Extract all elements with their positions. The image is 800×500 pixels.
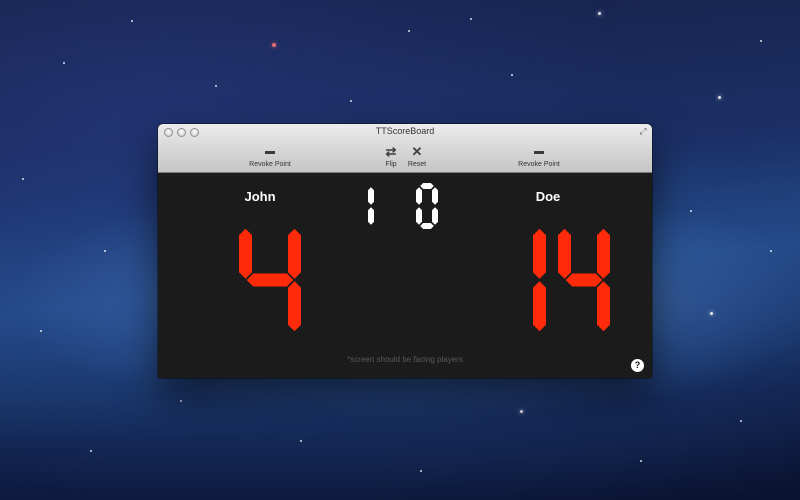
left-games-digit[interactable] <box>368 187 374 225</box>
segment-c <box>533 281 546 332</box>
segment-g <box>246 273 294 287</box>
segment-b <box>533 228 546 279</box>
star <box>770 250 772 252</box>
star <box>420 470 422 472</box>
star <box>710 312 713 315</box>
segment-b <box>288 228 301 279</box>
segment-f <box>416 187 422 205</box>
star <box>300 440 302 442</box>
segment-a <box>420 183 434 189</box>
segment-g <box>565 273 603 287</box>
star <box>90 450 92 452</box>
segment-b <box>597 228 610 279</box>
left-player-name[interactable]: John <box>220 189 300 204</box>
star <box>690 210 692 212</box>
segment-f <box>558 228 571 279</box>
star <box>470 18 472 20</box>
star <box>215 85 217 87</box>
star <box>40 330 42 332</box>
revoke-point-left-label: Revoke Point <box>249 161 291 168</box>
segment-b <box>432 187 438 205</box>
reset-button[interactable]: ✕ Reset <box>406 144 428 168</box>
star <box>511 74 513 76</box>
flip-icon: ⇄ <box>385 144 397 159</box>
left-score-digit <box>239 228 301 332</box>
revoke-point-left-button[interactable]: Revoke Point <box>246 144 294 168</box>
minus-icon <box>246 144 294 160</box>
segment-e <box>416 207 422 225</box>
star <box>63 62 65 64</box>
segment-c <box>432 207 438 225</box>
flip-button[interactable]: ⇄ Flip <box>380 144 402 168</box>
segment-c <box>597 281 610 332</box>
scoreboard: John Doe *screen should be facing player… <box>158 173 652 378</box>
revoke-point-right-label: Revoke Point <box>518 161 560 168</box>
star <box>408 30 410 32</box>
star <box>760 40 762 42</box>
orientation-note: *screen should be facing players <box>347 355 463 364</box>
help-button[interactable]: ? <box>631 359 644 372</box>
games-display <box>368 183 438 229</box>
fullscreen-icon[interactable]: ⤢ <box>638 126 648 136</box>
star <box>131 20 133 22</box>
star <box>640 460 642 462</box>
star <box>740 420 742 422</box>
right-score-display[interactable] <box>492 217 612 347</box>
right-score-digit <box>533 228 610 332</box>
right-player-name[interactable]: Doe <box>508 189 588 204</box>
star <box>718 96 721 99</box>
star <box>180 400 182 402</box>
star <box>272 43 276 47</box>
segment-b <box>368 187 374 205</box>
star <box>598 12 601 15</box>
app-window: TTScoreBoard ⤢ Revoke Point ⇄ Flip ✕ Res… <box>158 124 652 378</box>
star <box>22 178 24 180</box>
segment-c <box>368 207 374 225</box>
left-score-display[interactable] <box>220 217 320 347</box>
minus-icon <box>515 144 563 160</box>
close-icon: ✕ <box>411 144 423 159</box>
segment-c <box>288 281 301 332</box>
segment-f <box>239 228 252 279</box>
window-toolbar: TTScoreBoard ⤢ Revoke Point ⇄ Flip ✕ Res… <box>158 124 652 173</box>
flip-label: Flip <box>385 161 397 168</box>
star <box>350 100 352 102</box>
revoke-point-right-button[interactable]: Revoke Point <box>515 144 563 168</box>
window-title: TTScoreBoard <box>375 126 435 136</box>
right-games-digit[interactable] <box>416 183 438 229</box>
star <box>104 250 106 252</box>
segment-d <box>420 223 434 229</box>
star <box>520 410 523 413</box>
reset-label: Reset <box>407 161 427 168</box>
